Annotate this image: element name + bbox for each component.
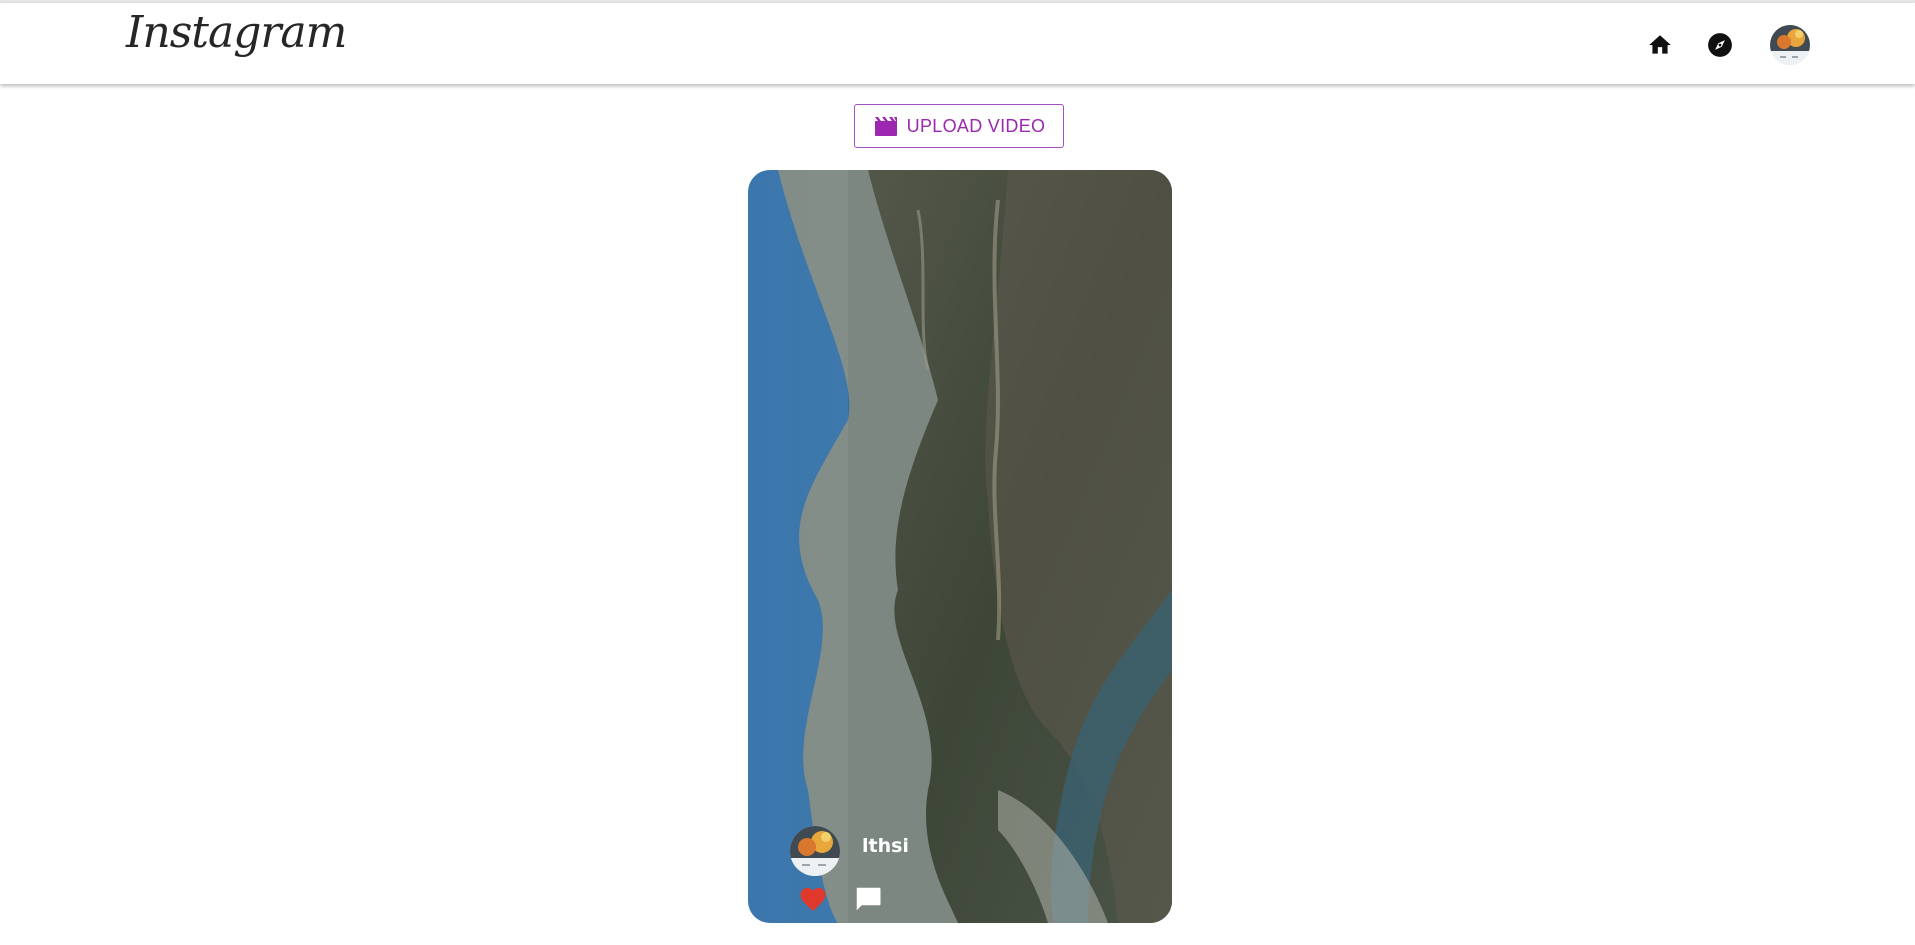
- video-frame: [748, 170, 1172, 923]
- movie-clapper-icon: [874, 117, 897, 136]
- post-username[interactable]: lthsi: [862, 835, 909, 857]
- video-post[interactable]: lthsi: [748, 170, 1172, 923]
- navbar: Instagram: [0, 3, 1915, 84]
- upload-video-label: UPLOAD VIDEO: [906, 115, 1046, 136]
- compass-icon[interactable]: [1707, 32, 1733, 58]
- profile-avatar[interactable]: [1770, 25, 1810, 65]
- home-icon[interactable]: [1647, 32, 1673, 58]
- heart-icon[interactable]: [798, 884, 828, 912]
- post-author-avatar[interactable]: [790, 826, 840, 876]
- instagram-logo[interactable]: Instagram: [126, 11, 347, 55]
- comment-icon[interactable]: [853, 884, 883, 914]
- upload-video-button[interactable]: UPLOAD VIDEO: [854, 104, 1064, 148]
